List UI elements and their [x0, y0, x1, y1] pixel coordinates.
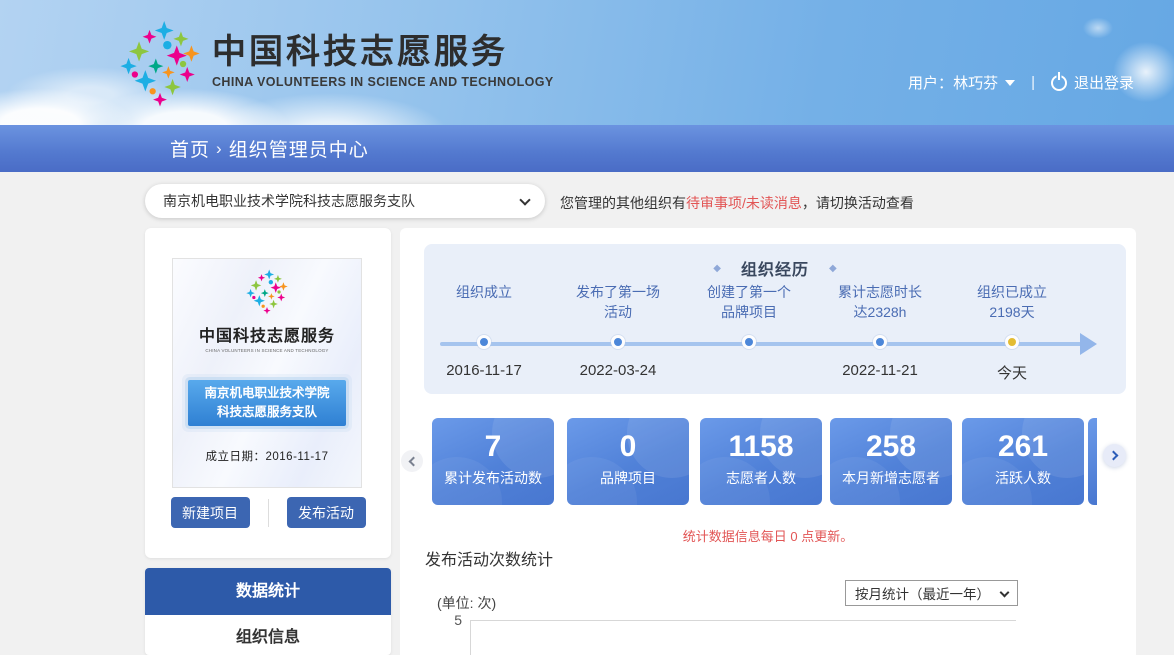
- milestone-date: 2022-11-21: [805, 362, 955, 379]
- timeline-node-today: [1005, 335, 1019, 349]
- org-name-line2: 科技志愿服务支队: [188, 403, 346, 422]
- chevron-left-icon: [409, 456, 419, 466]
- stat-card-brand-projects: 0 品牌项目: [567, 418, 689, 505]
- milestone-date: 今天: [937, 362, 1087, 383]
- timeline-node: [611, 335, 625, 349]
- milestone-first-activity: 发布了第一场活动 2022-03-24: [543, 244, 693, 394]
- org-select[interactable]: 南京机电职业技术学院科技志愿服务支队: [145, 184, 545, 218]
- user-menu[interactable]: 用户： 林巧芬: [908, 72, 1015, 93]
- stat-value: 258: [830, 430, 952, 464]
- milestone-label: 创建了第一个: [674, 282, 824, 302]
- breadcrumb: 首页 › 组织管理员中心: [0, 125, 1174, 172]
- user-area: 用户： 林巧芬 | 退出登录: [908, 72, 1134, 93]
- org-name-line1: 南京机电职业技术学院: [188, 384, 346, 403]
- stat-label: 累计发布活动数: [432, 468, 554, 488]
- user-name: 林巧芬: [953, 72, 998, 93]
- stats-scroll-left-button[interactable]: [401, 450, 423, 472]
- logout-label: 退出登录: [1074, 72, 1134, 93]
- milestone-date: 2022-03-24: [543, 362, 693, 379]
- org-profile-card: 中国科技志愿服务 CHINA VOLUNTEERS IN SCIENCE AND…: [145, 228, 391, 558]
- logo-cluster-icon: [244, 269, 290, 315]
- caret-down-icon: [1005, 80, 1015, 86]
- user-label: 用户：: [908, 72, 953, 93]
- action-row: 新建项目 发布活动: [145, 497, 391, 528]
- stat-card-total-activities: 7 累计发布活动数: [432, 418, 554, 505]
- timeline-node: [873, 335, 887, 349]
- chart-filter-value: 按月统计（最近一年）: [855, 583, 990, 603]
- new-project-button[interactable]: 新建项目: [171, 497, 250, 528]
- button-divider: [268, 499, 269, 527]
- milestone-label: 组织成立: [409, 282, 559, 302]
- message-suffix: ，请切换活动查看: [802, 195, 914, 211]
- milestone-label: 组织已成立: [937, 282, 1087, 302]
- stat-value: 0: [567, 430, 689, 464]
- milestone-label: 累计志愿时长: [805, 282, 955, 302]
- milestone-label: 发布了第一场: [543, 282, 693, 302]
- certificate-title: 中国科技志愿服务: [173, 322, 361, 346]
- stat-value: 7: [432, 430, 554, 464]
- message-prefix: 您管理的其他组织有: [560, 195, 686, 211]
- certificate-subtitle: CHINA VOLUNTEERS IN SCIENCE AND TECHNOLO…: [182, 348, 351, 353]
- org-select-value: 南京机电职业技术学院科技志愿服务支队: [163, 191, 415, 211]
- stat-value: 1158: [700, 430, 822, 464]
- org-switch-message: 您管理的其他组织有待审事项/未读消息，请切换活动查看: [560, 193, 914, 213]
- site-title: 中国科技志愿服务: [212, 34, 554, 71]
- milestone-date: 2016-11-17: [409, 362, 559, 379]
- publish-activity-button[interactable]: 发布活动: [287, 497, 366, 528]
- stat-label: 品牌项目: [567, 468, 689, 488]
- stat-card-partial: [1088, 418, 1097, 505]
- chart-y-axis: [470, 620, 471, 655]
- chart-unit-label: (单位: 次): [437, 593, 496, 613]
- stat-card-new-volunteers: 258 本月新增志愿者: [830, 418, 952, 505]
- milestone-volunteer-hours: 累计志愿时长达2328h 2022-11-21: [805, 244, 955, 394]
- activity-chart-title: 发布活动次数统计: [425, 546, 553, 570]
- user-area-divider: |: [1031, 74, 1035, 91]
- stat-label: 活跃人数: [962, 468, 1084, 488]
- update-notice: 统计数据信息每日 0 点更新。: [400, 526, 1136, 545]
- sidebar-menu: 数据统计 组织信息: [145, 568, 391, 655]
- site-subtitle: CHINA VOLUNTEERS IN SCIENCE AND TECHNOLO…: [212, 75, 554, 89]
- stat-value: 261: [962, 430, 1084, 464]
- certificate-org-banner: 南京机电职业技术学院 科技志愿服务支队: [188, 380, 346, 426]
- org-history-timeline: ◆ 组织经历 ◆ 组织成立 2016-11-17 发布了第一场活动 2022-0…: [424, 244, 1126, 394]
- breadcrumb-current: 组织管理员中心: [229, 135, 369, 162]
- org-certificate-image: 中国科技志愿服务 CHINA VOLUNTEERS IN SCIENCE AND…: [172, 258, 362, 488]
- stat-label: 本月新增志愿者: [830, 468, 952, 488]
- chevron-right-icon: [1108, 451, 1118, 461]
- sidebar-item-org-info[interactable]: 组织信息: [145, 615, 391, 655]
- page-root: 中国科技志愿服务 CHINA VOLUNTEERS IN SCIENCE AND…: [0, 0, 1174, 655]
- stats-scroll-right-button[interactable]: [1103, 444, 1126, 467]
- milestone-founded: 组织成立 2016-11-17: [409, 244, 559, 394]
- chevron-down-icon: [1000, 588, 1010, 598]
- stat-card-active-members: 261 活跃人数: [962, 418, 1084, 505]
- stat-label: 志愿者人数: [700, 468, 822, 488]
- sidebar-item-data-stats[interactable]: 数据统计: [145, 568, 391, 615]
- chevron-down-icon: [519, 194, 530, 205]
- stat-card-volunteers: 1158 志愿者人数: [700, 418, 822, 505]
- main-panel: ◆ 组织经历 ◆ 组织成立 2016-11-17 发布了第一场活动 2022-0…: [400, 228, 1136, 655]
- founding-date: 成立日期：2016-11-17: [173, 448, 361, 464]
- timeline-node: [742, 335, 756, 349]
- site-logo[interactable]: 中国科技志愿服务 CHINA VOLUNTEERS IN SCIENCE AND…: [116, 20, 554, 108]
- chart-gridline: [470, 620, 1016, 621]
- message-highlight: 待审事项/未读消息: [686, 195, 802, 211]
- breadcrumb-separator: ›: [216, 139, 223, 159]
- power-icon: [1051, 75, 1067, 91]
- breadcrumb-home[interactable]: 首页: [170, 135, 210, 162]
- site-header: 中国科技志愿服务 CHINA VOLUNTEERS IN SCIENCE AND…: [0, 0, 1174, 125]
- logo-cluster-icon: [116, 20, 204, 108]
- chart-filter-select[interactable]: 按月统计（最近一年）: [845, 580, 1018, 606]
- y-axis-tick: 5: [440, 612, 462, 628]
- milestone-first-brand-project: 创建了第一个品牌项目: [674, 244, 824, 394]
- milestone-days-established: 组织已成立2198天 今天: [937, 244, 1087, 394]
- logout-button[interactable]: 退出登录: [1051, 72, 1134, 93]
- timeline-node: [477, 335, 491, 349]
